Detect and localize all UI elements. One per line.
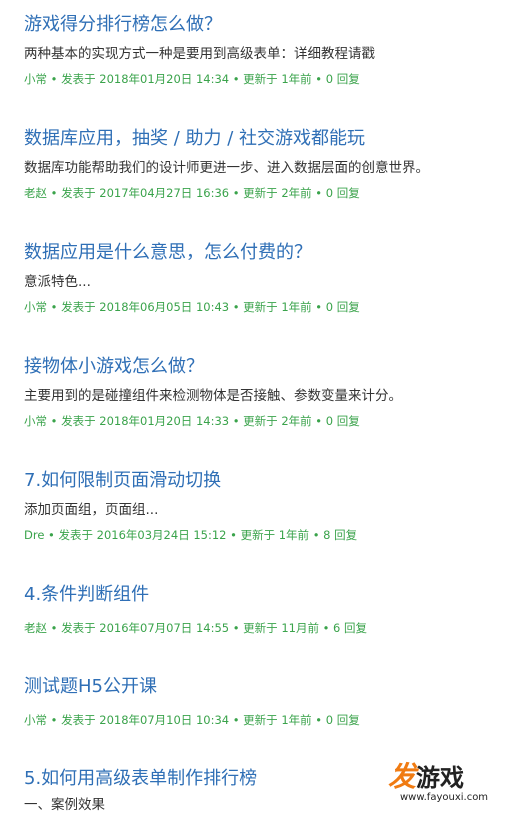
watermark-logo-mark: 发 (388, 760, 417, 793)
post-title-link[interactable]: 接物体小游戏怎么做？ (24, 354, 516, 380)
post-item: 游戏得分排行榜怎么做？ 两种基本的实现方式一种是要用到高级表单：详细教程请戳 小… (24, 12, 516, 87)
post-item: 测试题H5公开课 小常 • 发表于 2018年07月10日 10:34 • 更新… (24, 674, 516, 728)
post-item: 4.条件判断组件 老赵 • 发表于 2016年07月07日 14:55 • 更新… (24, 582, 516, 636)
post-excerpt: 意派特色... (24, 274, 91, 290)
post-excerpt: 主要用到的是碰撞组件来检测物体是否接触、参数变量来计分。 (24, 388, 402, 404)
post-excerpt: 两种基本的实现方式一种是要用到高级表单：详细教程请戳 (24, 46, 375, 62)
watermark-logo-text: 游戏 (416, 764, 465, 792)
post-meta: 老赵 • 发表于 2017年04月27日 16:36 • 更新于 2年前 • 0… (24, 186, 360, 200)
post-meta: Dre • 发表于 2016年03月24日 15:12 • 更新于 1年前 • … (24, 528, 358, 542)
post-item: 数据库应用，抽奖 / 助力 / 社交游戏都能玩 数据库功能帮助我们的设计师更进一… (24, 126, 516, 201)
post-excerpt: 数据库功能帮助我们的设计师更进一步、进入数据层面的创意世界。 (24, 160, 429, 176)
post-title-link[interactable]: 游戏得分排行榜怎么做？ (24, 12, 516, 38)
post-meta: 小常 • 发表于 2018年06月05日 10:43 • 更新于 1年前 • 0… (24, 300, 360, 314)
watermark-url: www.fayouxi.com (400, 792, 489, 803)
post-title-link[interactable]: 数据应用是什么意思，怎么付费的？ (24, 240, 516, 266)
post-title-link[interactable]: 4.条件判断组件 (24, 582, 516, 608)
post-meta: 小常 • 发表于 2018年01月20日 14:34 • 更新于 1年前 • 0… (24, 72, 360, 86)
post-meta: 老赵 • 发表于 2016年07月07日 14:55 • 更新于 11月前 • … (24, 621, 368, 635)
watermark-logo: 发游戏 (388, 762, 464, 793)
post-title-link[interactable]: 7.如何限制页面滑动切换 (24, 468, 516, 494)
post-meta: 小常 • 发表于 2018年01月20日 14:33 • 更新于 2年前 • 0… (24, 414, 360, 428)
post-meta: 小常 • 发表于 2018年07月10日 10:34 • 更新于 1年前 • 0… (24, 713, 360, 727)
post-title-link[interactable]: 数据库应用，抽奖 / 助力 / 社交游戏都能玩 (24, 126, 516, 152)
post-item: 接物体小游戏怎么做？ 主要用到的是碰撞组件来检测物体是否接触、参数变量来计分。 … (24, 354, 516, 429)
post-excerpt: 添加页面组，页面组... (24, 502, 159, 518)
site-watermark: 发游戏 www.fayouxi.com (388, 762, 512, 806)
post-item: 7.如何限制页面滑动切换 添加页面组，页面组... Dre • 发表于 2016… (24, 468, 516, 543)
post-item: 数据应用是什么意思，怎么付费的？ 意派特色... 小常 • 发表于 2018年0… (24, 240, 516, 315)
post-title-link[interactable]: 测试题H5公开课 (24, 674, 516, 700)
